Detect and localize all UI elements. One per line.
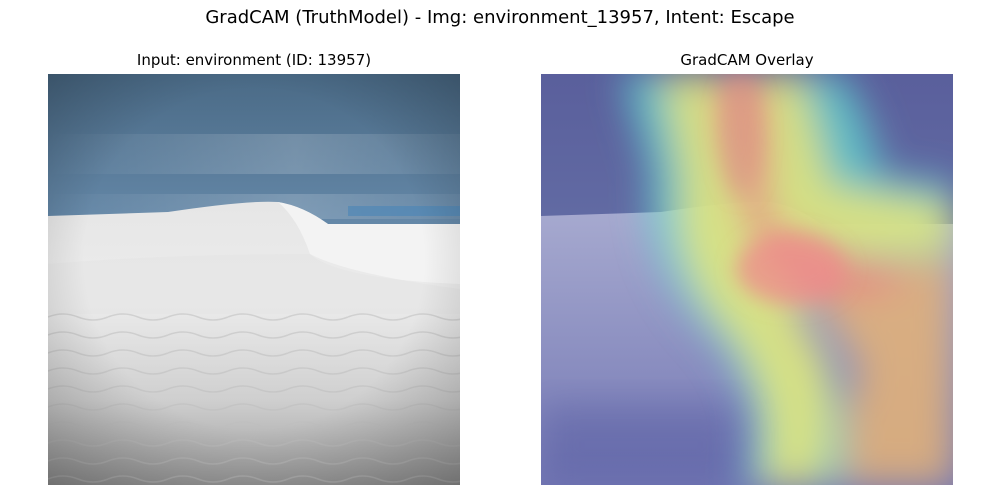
figure-title: GradCAM (TruthModel) - Img: environment_… [205,7,795,28]
gradcam-heatmap-overlay [541,74,953,485]
overlay-image [541,74,953,485]
input-image [48,74,460,485]
overlay-panel-title: GradCAM Overlay [680,51,814,69]
input-panel-title: Input: environment (ID: 13957) [136,51,372,69]
sand-dune-photo [48,74,460,485]
